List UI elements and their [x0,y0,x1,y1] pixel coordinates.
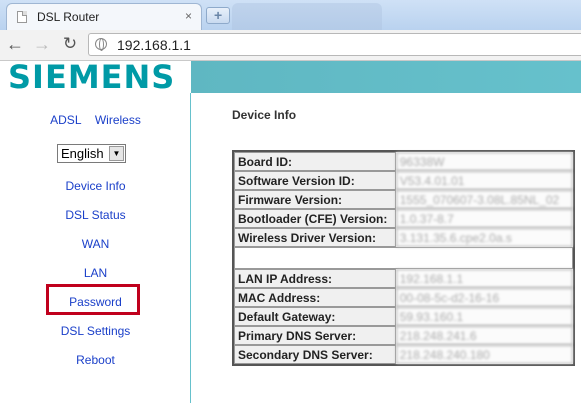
table-row: Secondary DNS Server: 218.248.240.180 [234,345,573,364]
page-title: Device Info [232,108,297,122]
row-value: 1.0.37-8.7 [395,209,573,228]
back-arrow-icon[interactable]: ← [5,34,25,54]
row-label: Bootloader (CFE) Version: [234,209,396,228]
table-row: Primary DNS Server: 218.248.241.6 [234,326,573,345]
row-label: Software Version ID: [234,171,396,190]
row-value: 218.248.241.6 [395,326,573,345]
siemens-logo: SIEMENS [8,58,176,96]
spacer-cell [234,247,573,269]
table-row: Board ID: 96338W [234,152,573,171]
table-row: MAC Address: 00-08-5c-d2-16-16 [234,288,573,307]
browser-toolbar: ← → ↻ 192.168.1.1 [0,30,581,61]
browser-tab-strip: DSL Router × + [0,0,581,30]
new-tab-button[interactable]: + [206,7,230,24]
row-value: 59.93.160.1 [395,307,573,326]
forward-arrow-icon[interactable]: → [32,34,52,54]
header-band [191,61,581,93]
row-value: 00-08-5c-d2-16-16 [395,288,573,307]
sidebar-item-wan[interactable]: WAN [0,237,191,251]
close-tab-icon[interactable]: × [185,9,192,23]
password-highlight-box [46,284,140,315]
sidebar-nav: ADSL Wireless English ▼ Device Info DSL … [0,93,191,403]
row-label: MAC Address: [234,288,396,307]
inactive-tab-area [232,3,382,30]
row-label: LAN IP Address: [234,269,396,288]
row-value: 3.131.35.6.cpe2.0a.s [395,228,573,247]
row-label: Wireless Driver Version: [234,228,396,247]
table-row: Wireless Driver Version: 3.131.35.6.cpe2.… [234,228,573,247]
sidebar-item-lan[interactable]: LAN [0,266,191,280]
sidebar-item-device-info[interactable]: Device Info [0,179,191,193]
row-value: 192.168.1.1 [395,269,573,288]
sidebar-item-reboot[interactable]: Reboot [0,353,191,367]
tab-title: DSL Router [37,10,100,24]
table-spacer-row [234,247,573,269]
language-select[interactable]: English ▼ [57,144,126,163]
table-row: Firmware Version: 1555_070607-3.08L.85NL_… [234,190,573,209]
table-row: Software Version ID: V53.4.01.01 [234,171,573,190]
row-label: Secondary DNS Server: [234,345,396,364]
row-label: Primary DNS Server: [234,326,396,345]
address-bar[interactable]: 192.168.1.1 [88,33,581,56]
table-row: Bootloader (CFE) Version: 1.0.37-8.7 [234,209,573,228]
row-value: 1555_070607-3.08L.85NL_02 [395,190,573,209]
dropdown-arrow-icon[interactable]: ▼ [109,146,124,161]
table-row: LAN IP Address: 192.168.1.1 [234,269,573,288]
row-value: V53.4.01.01 [395,171,573,190]
row-value: 218.248.240.180 [395,345,573,364]
wireless-link[interactable]: Wireless [95,113,141,127]
row-label: Board ID: [234,152,396,171]
row-label: Firmware Version: [234,190,396,209]
logo-area: SIEMENS [0,58,191,96]
sidebar-item-dsl-settings[interactable]: DSL Settings [0,324,191,338]
language-value: English [61,146,104,161]
main-content: Device Info Board ID: 96338W Software Ver… [192,93,581,403]
globe-icon [95,38,107,51]
reload-icon[interactable]: ↻ [60,34,80,54]
row-label: Default Gateway: [234,307,396,326]
browser-tab[interactable]: DSL Router × [6,3,202,30]
url-text[interactable]: 192.168.1.1 [117,37,191,53]
device-info-table: Board ID: 96338W Software Version ID: V53.… [232,150,575,366]
table-row: Default Gateway: 59.93.160.1 [234,307,573,326]
router-header: SIEMENS [0,58,581,96]
top-links: ADSL Wireless [0,113,191,127]
row-value: 96338W [395,152,573,171]
plus-icon: + [214,7,223,23]
sidebar-item-dsl-status[interactable]: DSL Status [0,208,191,222]
page-icon [17,11,27,23]
adsl-link[interactable]: ADSL [50,113,81,127]
